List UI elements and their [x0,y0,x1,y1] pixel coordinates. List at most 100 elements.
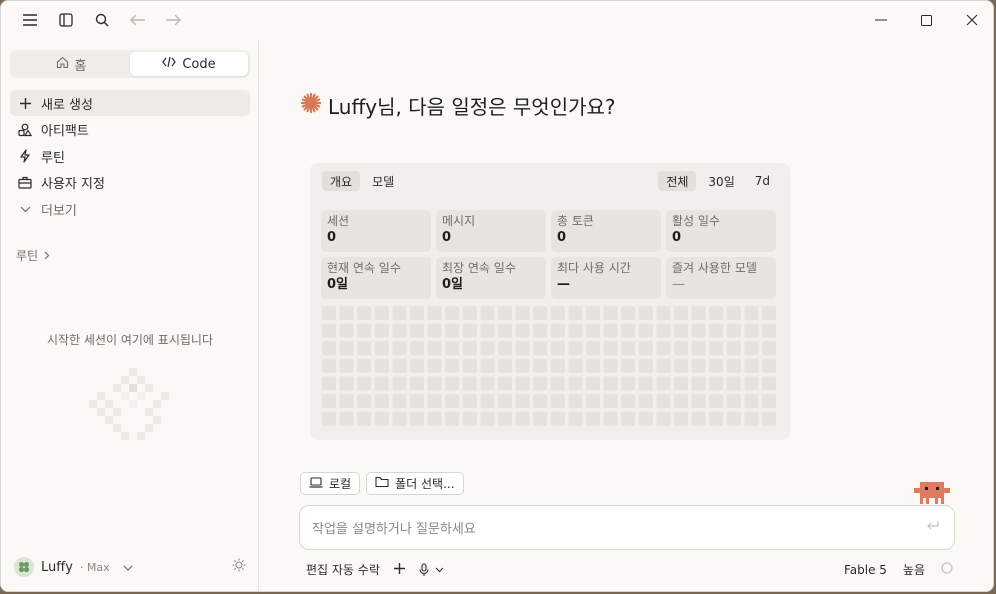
tab-code[interactable]: Code [130,52,248,76]
heatmap-cell [462,306,477,320]
stat-card-messages: 메시지 0 [436,210,546,252]
search-icon[interactable] [91,9,113,31]
heatmap-cell [462,394,477,408]
theme-toggle-icon[interactable] [232,558,246,576]
sidebar-item-new[interactable]: 새로 생성 [10,90,250,116]
heatmap-cell [762,306,776,320]
heatmap-cell [498,394,512,408]
heatmap-cell [709,358,724,373]
heatmap-cell [498,306,512,320]
heatmap-cell [445,376,460,391]
heatmap-cell [374,394,389,408]
activity-heatmap [322,306,776,426]
heatmap-cell [480,323,495,338]
close-icon[interactable] [957,7,987,33]
heatmap-cell [427,411,442,426]
heatmap-cell [374,306,389,320]
title-bar [1,1,993,39]
heatmap-cell [691,376,706,391]
model-selector[interactable]: Fable 5 [844,563,887,577]
microphone-icon[interactable] [419,562,444,577]
heatmap-cell [638,341,653,356]
heatmap-cell [462,376,477,391]
heatmap-cell [603,376,618,391]
heatmap-cell [762,411,776,426]
local-button[interactable]: 로컬 [300,472,361,495]
effort-selector[interactable]: 높음 [903,561,925,578]
heatmap-cell [339,306,354,320]
user-name: Luffy [41,559,73,575]
heatmap-cell [322,358,336,373]
maximize-icon[interactable] [911,7,941,33]
heatmap-cell [462,323,477,338]
tab-range-30d[interactable]: 30일 [700,171,742,191]
tab-models[interactable]: 모델 [364,171,402,191]
heatmap-cell [322,323,336,338]
tab-range-7d[interactable]: 7d [747,171,778,191]
sidebar-item-label: 사용자 지정 [41,177,105,193]
heatmap-cell [339,376,354,391]
heatmap-cell [410,323,424,338]
heatmap-cell [322,341,336,356]
heatmap-cell [480,376,495,391]
minimize-icon[interactable] [866,7,896,33]
heatmap-cell [656,341,671,356]
heatmap-cell [427,394,442,408]
sidebar-item-customize[interactable]: 사용자 지정 [10,170,250,196]
heatmap-cell [374,411,389,426]
back-arrow-icon[interactable] [127,9,149,31]
select-folder-button[interactable]: 폴더 선택... [366,472,464,495]
sidebar-nav: 새로 생성 아티팩트 루틴 사용자 지정 더보기 [10,90,250,223]
heatmap-cell [498,341,512,356]
heatmap-cell [656,376,671,391]
heatmap-cell [568,358,583,373]
auto-accept-toggle[interactable]: 편집 자동 수락 [306,561,380,578]
heatmap-cell [550,341,565,356]
stat-value: 0 [557,230,567,245]
routines-section-header[interactable]: 루틴 [16,247,50,264]
heatmap-cell [357,394,372,408]
user-profile[interactable]: Luffy · Max [14,556,246,578]
tab-home-label: 홈 [74,58,87,74]
heatmap-cell [709,323,724,338]
heatmap-cell [691,358,706,373]
forward-arrow-icon[interactable] [162,9,184,31]
stat-value: — [557,277,570,292]
sidebar-toggle-icon[interactable] [55,9,77,31]
tab-range-all[interactable]: 전체 [658,171,697,191]
heatmap-cell [603,306,618,320]
heatmap-cell [533,394,548,408]
stat-label: 메시지 [442,214,476,228]
heatmap-cell [357,323,372,338]
tab-overview[interactable]: 개요 [322,171,361,191]
heatmap-cell [357,341,372,356]
sidebar-item-artifacts[interactable]: 아티팩트 [10,117,250,143]
heatmap-cell [339,341,354,356]
send-icon[interactable] [926,520,942,536]
sidebar-item-routines[interactable]: 루틴 [10,143,250,169]
heatmap-cell [568,341,583,356]
prompt-input[interactable]: 작업을 설명하거나 질문하세요 [299,505,955,550]
tab-home[interactable]: 홈 [12,52,130,76]
stat-label: 활성 일수 [672,214,720,228]
heatmap-cell [374,323,389,338]
heatmap-cell [638,394,653,408]
sidebar-item-more[interactable]: 더보기 [10,196,250,222]
heatmap-cell [726,411,741,426]
heatmap-cell [621,341,636,356]
heatmap-cell [550,394,565,408]
stat-card-longest-streak: 최장 연속 일수 0일 [436,257,546,299]
heatmap-cell [603,323,618,338]
sidebar-item-label: 아티팩트 [41,124,89,140]
heatmap-cell [674,358,688,373]
heatmap-cell [691,341,706,356]
heatmap-cell [638,358,653,373]
heatmap-cell [322,306,336,320]
heatmap-cell [726,341,741,356]
menu-icon[interactable] [19,9,41,31]
add-attachment-icon[interactable] [393,562,405,577]
heatmap-cell [709,394,724,408]
heatmap-cell [392,358,407,373]
heatmap-cell [480,358,495,373]
heatmap-cell [586,358,600,373]
